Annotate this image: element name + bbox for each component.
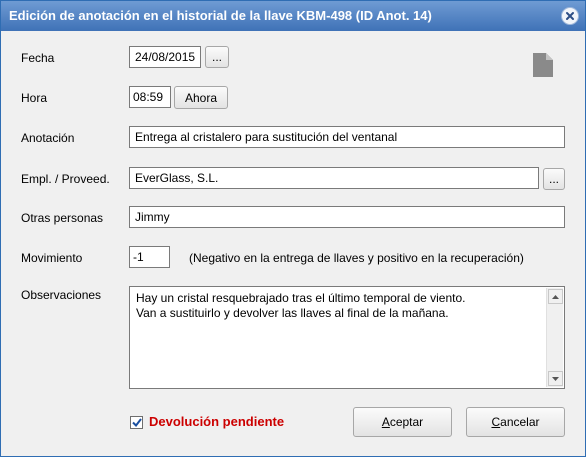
scroll-up-button[interactable] [548, 289, 563, 304]
scroll-down-icon [552, 376, 559, 381]
movimiento-label: Movimiento [21, 251, 83, 265]
scroll-down-button[interactable] [548, 371, 563, 386]
cancel-accel: C [491, 415, 501, 429]
observaciones-label: Observaciones [21, 288, 102, 302]
movimiento-hint: (Negativo en la entrega de llaves y posi… [189, 251, 524, 265]
observaciones-scrollbar[interactable] [546, 288, 563, 387]
empleado-input[interactable]: EverGlass, S.L. [129, 167, 539, 189]
observaciones-line-2: Van a sustituirlo y devolver las llaves … [136, 306, 449, 320]
otras-label: Otras personas [21, 211, 104, 225]
empleado-label: Empl. / Proveed. [21, 172, 110, 186]
cancel-button[interactable]: Cancelar [466, 407, 565, 437]
scroll-up-icon [552, 294, 559, 299]
hora-label: Hora [21, 91, 48, 105]
check-icon [131, 418, 142, 427]
window-title: Edición de anotación en el historial de … [9, 8, 432, 23]
close-icon [565, 11, 575, 21]
fecha-input[interactable]: 24/08/2015 [129, 46, 201, 68]
devolucion-label[interactable]: Devolución pendiente [149, 414, 284, 429]
movimiento-input[interactable]: -1 [129, 246, 170, 268]
cancel-label: ancelar [500, 415, 540, 429]
observaciones-textarea[interactable]: Hay un cristal resquebrajado tras el últ… [129, 286, 565, 389]
observaciones-line-1: Hay un cristal resquebrajado tras el últ… [136, 291, 466, 305]
anotacion-input[interactable]: Entrega al cristalero para sustitución d… [129, 126, 565, 148]
empleado-picker-button[interactable]: ... [543, 168, 565, 190]
accept-label: ceptar [389, 415, 424, 429]
dialog-window: Edición de anotación en el historial de … [0, 0, 586, 457]
devolucion-checkbox[interactable] [130, 416, 143, 429]
otras-input[interactable]: Jimmy [129, 206, 565, 228]
accept-button[interactable]: Aceptar [353, 407, 452, 437]
fecha-picker-button[interactable]: ... [205, 46, 229, 68]
observaciones-text: Hay un cristal resquebrajado tras el últ… [136, 291, 544, 321]
anotacion-label: Anotación [21, 131, 75, 145]
fecha-label: Fecha [21, 51, 55, 65]
document-icon [533, 53, 553, 80]
title-bar: Edición de anotación en el historial de … [1, 1, 585, 31]
ahora-button[interactable]: Ahora [174, 86, 228, 109]
close-button[interactable] [561, 7, 579, 25]
accept-accel: A [381, 415, 390, 429]
hora-input[interactable]: 08:59 [129, 86, 171, 108]
